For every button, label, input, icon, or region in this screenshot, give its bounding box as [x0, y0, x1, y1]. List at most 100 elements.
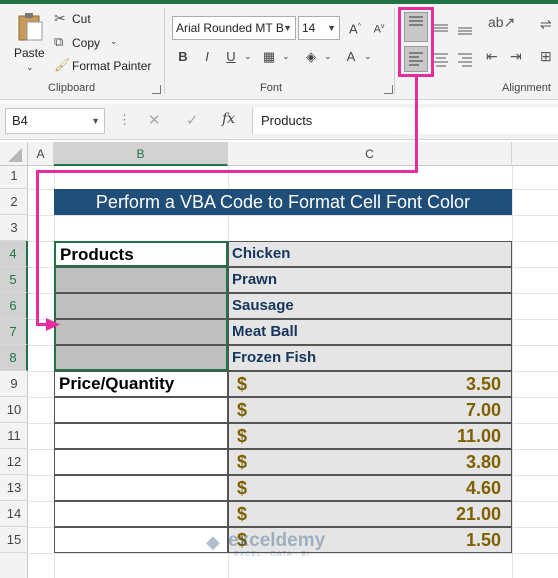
- center-align-icon[interactable]: [432, 50, 450, 68]
- decrease-indent-icon[interactable]: ⇤: [486, 48, 498, 65]
- logo-icon: ◆: [206, 532, 220, 552]
- right-align-icon[interactable]: [456, 50, 474, 68]
- font-group-label: Font: [260, 82, 283, 94]
- dialog-launcher-icon[interactable]: [384, 85, 393, 94]
- empty-cell[interactable]: [54, 449, 228, 475]
- row-header[interactable]: 3: [0, 215, 28, 241]
- borders-icon[interactable]: ▦: [258, 46, 280, 68]
- row-header[interactable]: 4: [0, 241, 28, 267]
- paste-button[interactable]: Paste ⌄: [10, 10, 50, 76]
- increase-font-size-icon[interactable]: A^: [344, 16, 366, 38]
- price-value: 11.00: [456, 426, 501, 446]
- bold-button[interactable]: B: [172, 46, 194, 68]
- font-family-value: Arial Rounded MT B: [176, 21, 284, 35]
- row-header[interactable]: 8: [0, 345, 28, 371]
- empty-cell[interactable]: [54, 527, 228, 553]
- row-header[interactable]: 13: [0, 475, 28, 501]
- product-cell[interactable]: Chicken: [228, 241, 512, 267]
- price-cell[interactable]: $11.00: [228, 423, 512, 449]
- cut-button[interactable]: ✂ Cut: [54, 10, 114, 30]
- dialog-launcher-icon[interactable]: [152, 85, 161, 94]
- clipboard-icon: [18, 13, 43, 41]
- merged-cell[interactable]: [54, 345, 228, 371]
- font-size-select[interactable]: 14 ▼: [298, 16, 340, 40]
- column-header-c[interactable]: C: [228, 142, 512, 166]
- row-header[interactable]: 9: [0, 371, 28, 397]
- enter-icon[interactable]: ✓: [186, 111, 199, 129]
- copy-button[interactable]: ⧉ Copy ⌄: [54, 34, 134, 54]
- row-header[interactable]: 1: [0, 163, 28, 189]
- column-header-a[interactable]: A: [28, 142, 54, 166]
- underline-button[interactable]: U: [220, 46, 242, 68]
- price-value: 7.00: [465, 400, 501, 420]
- merge-center-icon[interactable]: ⊞: [540, 48, 552, 65]
- chevron-down-icon[interactable]: ⌄: [282, 51, 290, 62]
- row-header[interactable]: 5: [0, 267, 28, 293]
- format-painter-button[interactable]: 🖌 Format Painter: [54, 57, 154, 77]
- fill-color-icon[interactable]: ◈: [300, 46, 322, 68]
- price-cell[interactable]: $7.00: [228, 397, 512, 423]
- price-value: 1.50: [465, 530, 501, 550]
- price-value: 4.60: [465, 478, 501, 498]
- cancel-icon[interactable]: ✕: [148, 111, 161, 129]
- italic-button[interactable]: I: [196, 46, 218, 68]
- row-header[interactable]: 7: [0, 319, 28, 345]
- chevron-down-icon[interactable]: ⌄: [364, 51, 372, 62]
- name-box-value: B4: [12, 113, 28, 128]
- insert-function-icon[interactable]: fx: [222, 111, 235, 127]
- merged-cell[interactable]: [54, 293, 228, 319]
- price-value: 3.50: [465, 374, 501, 394]
- price-cell[interactable]: $21.00: [228, 501, 512, 527]
- formula-bar-grip-icon[interactable]: ⋮: [118, 112, 131, 128]
- row-header[interactable]: 10: [0, 397, 28, 423]
- row-header[interactable]: 15: [0, 527, 28, 553]
- sheet-title[interactable]: Perform a VBA Code to Format Cell Font C…: [54, 189, 512, 215]
- font-size-value: 14: [302, 21, 316, 35]
- bottom-align-icon[interactable]: [456, 18, 474, 36]
- chevron-down-icon[interactable]: ⌄: [324, 51, 332, 62]
- empty-cell[interactable]: [54, 423, 228, 449]
- formula-input[interactable]: Products: [252, 108, 558, 134]
- currency-symbol: $: [237, 452, 248, 472]
- currency-symbol: $: [237, 426, 248, 446]
- empty-cell[interactable]: [54, 501, 228, 527]
- row-header[interactable]: 12: [0, 449, 28, 475]
- empty-cell[interactable]: [54, 475, 228, 501]
- annotation-arrow: [415, 77, 418, 171]
- increase-indent-icon[interactable]: ⇥: [510, 48, 522, 65]
- row-header[interactable]: 6: [0, 293, 28, 319]
- chevron-down-icon: ▼: [91, 116, 100, 126]
- name-box[interactable]: B4 ▼: [5, 108, 105, 134]
- price-cell[interactable]: $3.80: [228, 449, 512, 475]
- product-cell[interactable]: Frozen Fish: [228, 345, 512, 371]
- product-cell[interactable]: Sausage: [228, 293, 512, 319]
- wrap-text-icon[interactable]: ⇌: [540, 16, 552, 33]
- row-header[interactable]: 11: [0, 423, 28, 449]
- cut-label: Cut: [72, 12, 91, 26]
- decrease-font-size-icon[interactable]: Av: [368, 16, 390, 38]
- currency-symbol: $: [237, 504, 248, 524]
- chevron-down-icon[interactable]: ⌄: [244, 51, 252, 62]
- products-label-cell[interactable]: Products: [54, 241, 228, 267]
- price-label-cell[interactable]: Price/Quantity: [54, 371, 228, 397]
- price-cell[interactable]: $4.60: [228, 475, 512, 501]
- format-painter-label: Format Painter: [72, 59, 152, 73]
- font-color-button[interactable]: A: [340, 46, 362, 68]
- merged-cell[interactable]: [54, 267, 228, 293]
- orientation-icon[interactable]: ab↗: [488, 14, 515, 31]
- middle-align-icon[interactable]: [432, 18, 450, 36]
- merged-cell[interactable]: [54, 319, 228, 345]
- empty-cell[interactable]: [54, 397, 228, 423]
- product-cell[interactable]: Prawn: [228, 267, 512, 293]
- price-cell[interactable]: $3.50: [228, 371, 512, 397]
- font-family-select[interactable]: Arial Rounded MT B ▼: [172, 16, 296, 40]
- alignment-group-label: Alignment: [502, 82, 551, 94]
- currency-symbol: $: [237, 374, 248, 394]
- ribbon-top-bar: [0, 0, 558, 4]
- column-header-b[interactable]: B: [54, 142, 228, 166]
- row-header[interactable]: 14: [0, 501, 28, 527]
- row-header[interactable]: 2: [0, 189, 28, 215]
- chevron-down-icon: ▼: [327, 23, 336, 33]
- watermark: ◆ exceldemy EXCEL · DATA · BI: [206, 530, 356, 560]
- product-cell[interactable]: Meat Ball: [228, 319, 512, 345]
